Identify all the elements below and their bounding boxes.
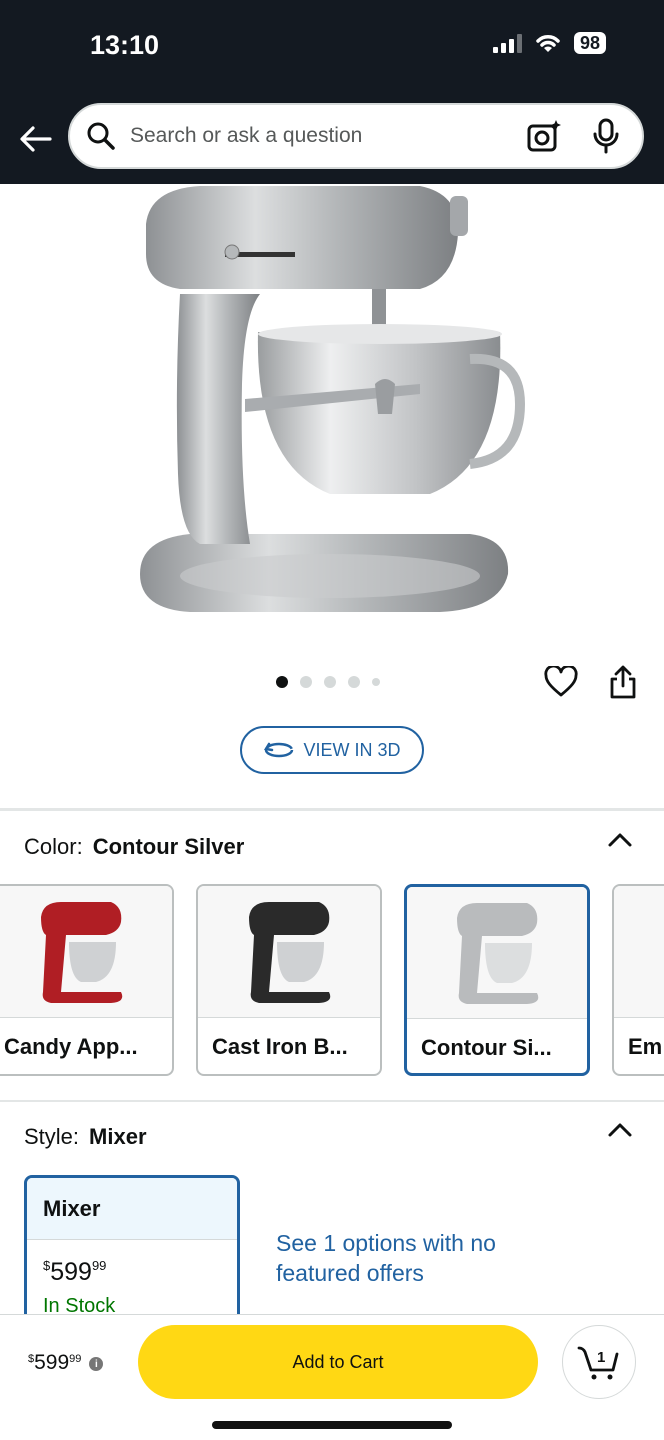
- bottom-action-bar: $599 99 i Add to Cart 1: [0, 1314, 664, 1440]
- carousel-dot[interactable]: [372, 678, 380, 686]
- style-label: Style:: [24, 1124, 80, 1149]
- color-swatch-candy-apple[interactable]: Candy App...: [0, 884, 174, 1076]
- view-in-3d-button[interactable]: VIEW IN 3D: [240, 726, 424, 774]
- wifi-icon: [536, 35, 560, 52]
- carousel-dot[interactable]: [348, 676, 360, 688]
- chevron-up-icon[interactable]: [606, 830, 634, 848]
- header-bar: 13:10 98 Search or ask a question: [0, 0, 664, 184]
- image-carousel-dots[interactable]: [276, 676, 380, 688]
- style-option-price: $59999: [43, 1258, 107, 1286]
- color-label: Color:: [24, 834, 83, 859]
- swatch-image: [407, 887, 587, 1019]
- product-image[interactable]: [0, 184, 664, 654]
- info-icon[interactable]: i: [89, 1357, 104, 1371]
- cart-count: 1: [597, 1349, 605, 1366]
- add-to-cart-button[interactable]: Add to Cart: [138, 1325, 538, 1399]
- search-icon: [87, 122, 115, 150]
- carousel-dot[interactable]: [276, 676, 288, 688]
- swatch-image: [614, 886, 664, 1018]
- style-option-title: Mixer: [27, 1178, 237, 1240]
- carousel-dot[interactable]: [300, 676, 312, 688]
- back-arrow-icon[interactable]: [18, 122, 52, 156]
- home-indicator: [212, 1421, 452, 1429]
- style-section-header[interactable]: Style: Mixer: [24, 1124, 147, 1150]
- status-icons: 98: [492, 32, 606, 54]
- carousel-dot[interactable]: [324, 676, 336, 688]
- microphone-icon[interactable]: [592, 118, 620, 154]
- swatch-image: [198, 886, 380, 1018]
- heart-icon[interactable]: [544, 666, 578, 698]
- color-swatch-cast-iron[interactable]: Cast Iron B...: [196, 884, 382, 1076]
- color-swatch-contour-silver[interactable]: Contour Si...: [404, 884, 590, 1076]
- swatch-label: Candy App...: [4, 1034, 138, 1059]
- status-time: 13:10: [90, 30, 160, 60]
- section-divider: [0, 808, 664, 811]
- color-swatch-list: Candy App... Cast Iron B... Contour Si..…: [0, 884, 664, 1078]
- cart-button[interactable]: 1: [562, 1325, 636, 1399]
- signal-icon: [492, 33, 522, 53]
- color-swatch-partial[interactable]: Em: [612, 884, 664, 1076]
- camera-lens-icon[interactable]: [526, 118, 562, 154]
- color-section-header[interactable]: Color: Contour Silver: [24, 834, 244, 860]
- cart-icon: 1: [577, 1346, 619, 1380]
- search-input[interactable]: Search or ask a question: [130, 124, 526, 148]
- section-divider: [0, 1100, 664, 1102]
- style-selected-value: Mixer: [89, 1124, 147, 1149]
- chevron-up-icon[interactable]: [606, 1120, 634, 1138]
- battery-indicator: 98: [573, 32, 606, 54]
- swatch-image: [0, 886, 172, 1018]
- swatch-label: Em: [628, 1034, 663, 1059]
- swatch-label: Contour Si...: [421, 1035, 552, 1060]
- rotate-3d-icon: [264, 742, 294, 758]
- share-icon[interactable]: [608, 664, 638, 700]
- color-selected-value: Contour Silver: [92, 834, 245, 859]
- view-in-3d-label: VIEW IN 3D: [303, 739, 401, 760]
- bottom-price: $599 99 i: [28, 1351, 104, 1375]
- swatch-label: Cast Iron B...: [212, 1034, 348, 1059]
- search-bar[interactable]: Search or ask a question: [68, 103, 644, 169]
- see-options-link[interactable]: See 1 options with no featured offers: [276, 1228, 516, 1288]
